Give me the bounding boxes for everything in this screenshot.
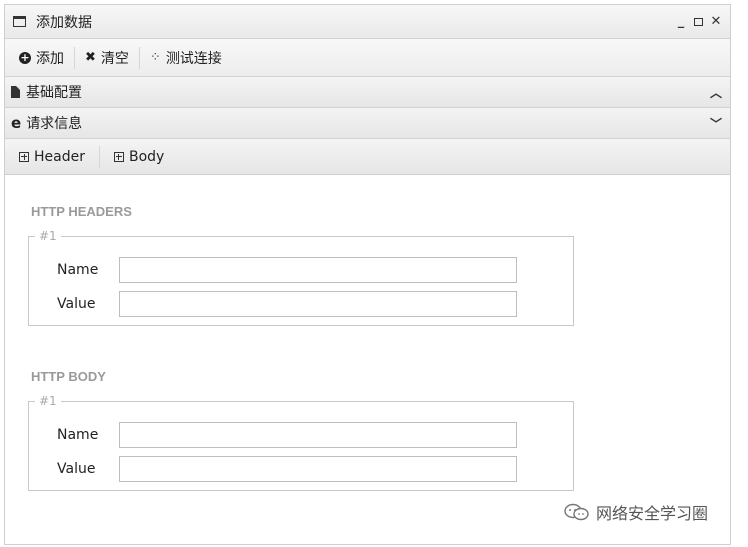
header-group-legend: #1	[39, 229, 57, 243]
expand-plus-icon	[113, 151, 124, 162]
chevron-down-icon[interactable]: ﹀	[710, 115, 722, 132]
minimize-icon[interactable]: _	[675, 14, 687, 29]
header-value-row: Value	[57, 291, 517, 317]
close-icon[interactable]: ✕	[710, 14, 722, 29]
body-group-1: #1 Name Value	[28, 394, 574, 491]
window-titlebar[interactable]: 添加数据 _ ✕	[5, 5, 730, 39]
add-button[interactable]: + 添加	[11, 45, 72, 71]
header-name-label: Name	[57, 262, 99, 278]
maximize-icon[interactable]	[694, 17, 703, 26]
header-name-row: Name	[57, 257, 517, 283]
http-headers-title: HTTP HEADERS	[31, 204, 132, 219]
window-title: 添加数据	[36, 14, 92, 31]
toolbar: + 添加 ✖ 清空 ⁘ 测试连接	[5, 39, 730, 77]
plus-circle-icon: +	[19, 50, 31, 64]
panel-basic-config-label: 基础配置	[26, 85, 82, 101]
body-name-row: Name	[57, 422, 517, 448]
body-value-label: Value	[57, 461, 96, 477]
expand-plus-icon	[19, 151, 29, 162]
spinner-icon: ⁘	[149, 50, 161, 65]
request-subtabs: Header Body	[5, 139, 730, 175]
body-value-input[interactable]	[119, 456, 517, 482]
test-connection-button[interactable]: ⁘ 测试连接	[142, 45, 230, 71]
close-icon: ✖	[85, 50, 96, 65]
add-button-label: 添加	[36, 50, 64, 67]
tab-header[interactable]: Header	[13, 149, 91, 165]
tab-body-label: Body	[128, 148, 165, 165]
window-controls: _ ✕	[675, 14, 722, 29]
clear-button[interactable]: ✖ 清空	[77, 45, 137, 71]
test-connection-label: 测试连接	[165, 50, 222, 67]
toolbar-divider	[74, 46, 75, 69]
window-icon	[13, 16, 26, 27]
body-value-row: Value	[57, 456, 517, 482]
internet-explorer-icon: e	[11, 114, 22, 132]
tab-divider	[98, 145, 100, 168]
tab-header-label: Header	[34, 148, 85, 165]
header-value-input[interactable]	[119, 291, 517, 317]
body-name-input[interactable]	[119, 422, 517, 448]
panel-basic-config[interactable]: 基础配置 ︿	[5, 77, 730, 108]
watermark: 网络安全学习圈	[564, 500, 708, 524]
body-name-label: Name	[57, 427, 99, 443]
tab-body[interactable]: Body	[108, 149, 170, 165]
body-group-legend: #1	[39, 394, 57, 408]
document-icon	[11, 86, 20, 98]
panel-request-info[interactable]: e 请求信息 ﹀	[5, 108, 730, 139]
chevron-up-icon[interactable]: ︿	[710, 84, 722, 101]
watermark-text: 网络安全学习圈	[595, 504, 708, 523]
wechat-icon	[564, 503, 589, 521]
clear-button-label: 清空	[100, 50, 129, 67]
add-data-window: 添加数据 _ ✕ + 添加 ✖ 清空 ⁘ 测试连接 基础配置 ︿ e 请求信息 …	[4, 4, 731, 545]
toolbar-divider	[138, 46, 140, 69]
header-name-input[interactable]	[119, 257, 517, 283]
http-body-title: HTTP BODY	[31, 369, 106, 384]
panel-request-info-label: 请求信息	[26, 116, 83, 132]
header-group-1: #1 Name Value	[28, 229, 574, 326]
header-value-label: Value	[57, 296, 96, 312]
